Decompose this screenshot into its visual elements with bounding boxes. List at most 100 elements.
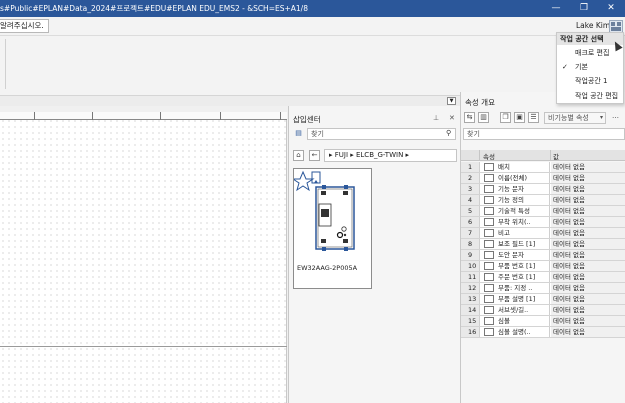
property-row[interactable]: 12 부품: 지정 .. 데이터 없음 (461, 283, 625, 294)
tree-view-icon[interactable]: ⇆ (464, 112, 475, 123)
document-icon (484, 317, 494, 325)
menu-item-macro-edit[interactable]: 매크로 편집 (557, 47, 623, 59)
property-row[interactable]: 8 보조 필드 [1] 데이터 없음 (461, 239, 625, 250)
property-value[interactable]: 데이터 없음 (551, 272, 625, 282)
document-icon (484, 185, 494, 193)
header-property[interactable]: 속성 (483, 151, 495, 161)
pin-icon[interactable]: ⊥ (433, 114, 439, 122)
close-button[interactable]: ✕ (597, 0, 625, 17)
row-number: 8 (461, 239, 480, 249)
property-row[interactable]: 3 기능 문자 데이터 없음 (461, 184, 625, 195)
document-icon (484, 174, 494, 182)
property-value[interactable]: 데이터 없음 (551, 261, 625, 271)
restore-button[interactable]: ❐ (570, 0, 598, 17)
property-value[interactable]: 데이터 없음 (551, 195, 625, 205)
property-filter-select[interactable]: 비기능별 속성 ▾ (544, 112, 606, 124)
minimize-button[interactable]: — (542, 0, 570, 17)
document-icon (484, 229, 494, 237)
window-titlebar: s#Public#EPLAN#Data_2024#프로젝트#EDU#EPLAN … (0, 0, 625, 17)
menu-item-edit-workspace[interactable]: 작업 공간 편집 (557, 90, 623, 102)
row-number: 12 (461, 283, 480, 293)
property-value[interactable]: 데이터 없음 (551, 239, 625, 249)
property-value[interactable]: 데이터 없음 (551, 228, 625, 238)
property-value[interactable]: 데이터 없음 (551, 316, 625, 326)
more-icon[interactable]: … (610, 112, 621, 123)
search-icon[interactable]: ⚲ (446, 129, 451, 137)
property-value[interactable]: 데이터 없음 (551, 250, 625, 260)
menu-item-label: 기본 (575, 63, 588, 71)
row-number: 11 (461, 272, 480, 282)
property-value[interactable]: 데이터 없음 (551, 217, 625, 227)
property-row[interactable]: 9 도안 문자 데이터 없음 (461, 250, 625, 261)
property-value[interactable]: 데이터 없음 (551, 184, 625, 194)
page-ruler (0, 112, 287, 120)
paste-icon[interactable]: ▣ (514, 112, 525, 123)
page-frame-line (0, 346, 287, 347)
property-row[interactable]: 1 배치 데이터 없음 (461, 162, 625, 173)
document-icon (484, 240, 494, 248)
dropdown-arrow-icon[interactable]: ▼ (447, 97, 456, 105)
property-row[interactable]: 10 부품 번호 [1] 데이터 없음 (461, 261, 625, 272)
document-icon (484, 207, 494, 215)
row-number: 15 (461, 316, 480, 326)
property-row[interactable]: 4 기능 정의 데이터 없음 (461, 195, 625, 206)
ruler-tick (220, 112, 221, 120)
property-row[interactable]: 2 이름(전체) 데이터 없음 (461, 173, 625, 184)
property-row[interactable]: 11 주문 번호 [1] 데이터 없음 (461, 272, 625, 283)
user-name[interactable]: Lake Kim (576, 21, 610, 30)
row-number: 3 (461, 184, 480, 194)
breadcrumb[interactable]: ▸ FUJI ▸ ELCB_G-TWIN ▸ (324, 149, 457, 162)
row-number: 7 (461, 228, 480, 238)
property-value[interactable]: 데이터 없음 (551, 294, 625, 304)
row-number: 6 (461, 217, 480, 227)
row-number: 16 (461, 327, 480, 337)
property-row[interactable]: 15 심볼 데이터 없음 (461, 316, 625, 327)
property-value[interactable]: 데이터 없음 (551, 305, 625, 315)
header-value[interactable]: 값 (553, 151, 559, 161)
row-number: 14 (461, 305, 480, 315)
row-number: 9 (461, 250, 480, 260)
window-title: s#Public#EPLAN#Data_2024#프로젝트#EDU#EPLAN … (0, 4, 308, 13)
row-number: 4 (461, 195, 480, 205)
document-icon (484, 273, 494, 281)
property-value[interactable]: 데이터 없음 (551, 206, 625, 216)
menu-item-default[interactable]: ✓ 기본 (557, 61, 623, 73)
close-panel-icon[interactable]: ✕ (449, 114, 455, 122)
property-row[interactable]: 6 부착 위치(.. 데이터 없음 (461, 217, 625, 228)
properties-search-input[interactable]: 찾기 (463, 128, 625, 140)
copy-icon[interactable]: ❐ (500, 112, 511, 123)
ribbon-separator (0, 35, 625, 36)
book-icon[interactable]: ▤ (293, 129, 304, 140)
ruler-tick (160, 112, 161, 120)
search-placeholder: 찾기 (311, 130, 324, 138)
property-value[interactable]: 데이터 없음 (551, 162, 625, 172)
property-value[interactable]: 데이터 없음 (551, 283, 625, 293)
property-row[interactable]: 7 비고 데이터 없음 (461, 228, 625, 239)
document-icon (484, 262, 494, 270)
document-icon (484, 163, 494, 171)
insert-center-search-input[interactable]: 찾기 (307, 128, 456, 140)
check-icon: ✓ (562, 63, 568, 71)
tell-me-search[interactable]: 알려주십시오. (0, 19, 49, 33)
property-value[interactable]: 데이터 없음 (551, 173, 625, 183)
home-icon[interactable]: ⌂ (293, 150, 304, 161)
property-row[interactable]: 5 기술적 특성 데이터 없음 (461, 206, 625, 217)
chevron-down-icon: ▾ (599, 114, 603, 121)
property-row[interactable]: 16 심볼 설명(.. 데이터 없음 (461, 327, 625, 338)
filter-icon[interactable]: ☰ (528, 112, 539, 123)
row-number: 5 (461, 206, 480, 216)
schematic-canvas[interactable] (0, 112, 287, 403)
macro-card[interactable]: EW32AAG-2P005A (291, 168, 372, 289)
row-number: 2 (461, 173, 480, 183)
property-row[interactable]: 13 부품 설명 [1] 데이터 없음 (461, 294, 625, 305)
property-row[interactable]: 14 서브셋/길.. 데이터 없음 (461, 305, 625, 316)
macro-caption: EW32AAG-2P005A (297, 264, 358, 272)
header-divider (550, 150, 551, 160)
properties-table-header: 속성 값 (461, 150, 625, 161)
row-number: 13 (461, 294, 480, 304)
breaker-macro-preview (291, 170, 355, 251)
menu-item-workspace-1[interactable]: 작업공간 1 (557, 75, 623, 87)
back-arrow-icon[interactable]: ← (309, 150, 320, 161)
list-view-icon[interactable]: ▥ (478, 112, 489, 123)
property-value[interactable]: 데이터 없음 (551, 327, 625, 337)
